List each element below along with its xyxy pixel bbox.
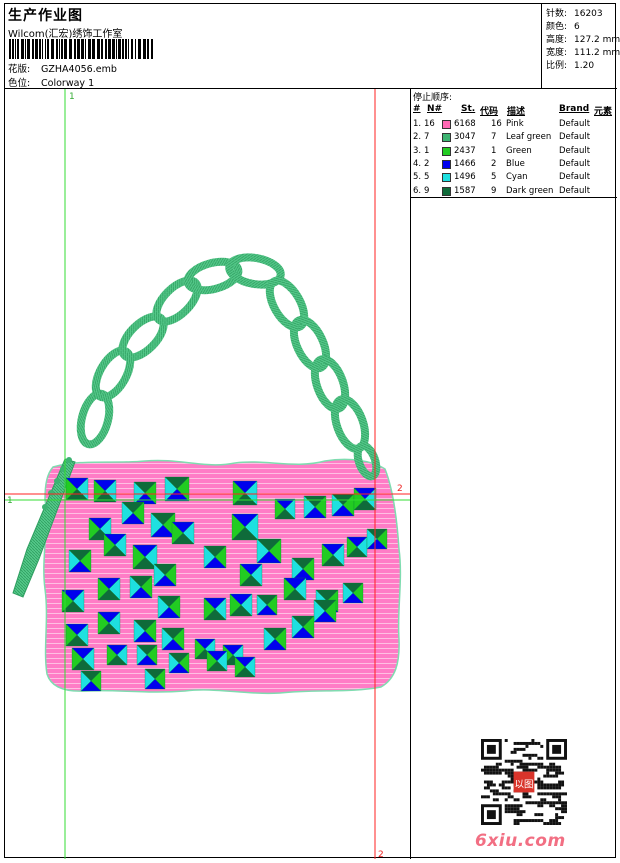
seal-text: 以图 <box>515 779 534 790</box>
stat-label: 颜色: <box>546 22 568 32</box>
design-stats: 针数: 16203 颜色: 6 高度: 127.2 mm 宽度: 111.2 mm 比例… <box>542 4 620 89</box>
row-code: 9 <box>491 185 497 196</box>
stat-value: 127.2 mm <box>574 35 620 45</box>
row-number: 4. <box>413 158 422 169</box>
row-number: 1. <box>413 119 422 129</box>
table-row: 6. 9 1587 9 Dark green Default <box>411 186 617 199</box>
row-description: Cyan <box>506 172 528 183</box>
color-swatch <box>442 173 451 183</box>
design-label: 花版: <box>8 64 31 75</box>
guide-label-h1: 1 <box>7 496 13 506</box>
row-stitches: 3047 <box>454 132 476 143</box>
row-stitches: 6168 <box>454 119 476 129</box>
colorway-value: Colorway 1 <box>41 78 95 89</box>
row-description: Blue <box>506 158 525 169</box>
stat-label: 宽度: <box>546 48 568 58</box>
row-number: 3. <box>413 145 422 156</box>
bag-chain-handle <box>76 253 381 481</box>
header-info: 生产作业图 Wilcom(汇宏)绣饰工作室 花版: GZHA4056.emb 色… <box>5 4 542 89</box>
table-row: 4. 2 1466 2 Blue Default <box>411 159 617 172</box>
row-description: Dark green <box>506 185 554 196</box>
design-canvas: 1 1 2 2 <box>5 89 410 860</box>
row-needle: 2 <box>424 158 430 169</box>
stat-value: 111.2 mm <box>574 48 620 58</box>
stat-label: 比例: <box>546 61 568 71</box>
col-brand: Brand <box>559 104 590 114</box>
guide-label-bottom: 2 <box>378 850 384 859</box>
row-number: 2. <box>413 132 422 143</box>
row-description: Leaf green <box>506 132 552 143</box>
design-file: GZHA4056.emb <box>41 64 117 75</box>
row-brand: Default <box>559 172 591 183</box>
row-brand: Default <box>559 185 591 196</box>
row-brand: Default <box>559 158 591 169</box>
stat-colors: 颜色: 6 <box>546 19 580 32</box>
color-swatch <box>442 120 451 129</box>
color-swatch <box>442 146 451 156</box>
design-file-line: 花版: GZHA4056.emb <box>8 61 117 75</box>
col-stitches: St. <box>461 104 476 114</box>
col-element: 元素 <box>594 107 613 117</box>
col-needle: N# <box>427 104 443 114</box>
row-number: 5. <box>413 172 422 183</box>
row-stitches: 2437 <box>454 145 476 156</box>
qr-code: 以图 <box>481 739 567 825</box>
row-code: 2 <box>491 158 497 169</box>
row-needle: 5 <box>424 172 430 183</box>
row-code: 16 <box>491 119 502 129</box>
table-row: 3. 1 2437 1 Green Default <box>411 146 617 159</box>
stat-value: 6 <box>574 22 580 32</box>
stat-label: 针数: <box>546 9 568 19</box>
color-swatch <box>442 186 451 196</box>
stat-value: 16203 <box>574 9 603 19</box>
row-code: 5 <box>491 172 497 183</box>
row-needle: 1 <box>424 145 430 156</box>
stat-value: 1.20 <box>574 61 595 71</box>
table-row: 5. 5 1496 5 Cyan Default <box>411 172 617 185</box>
row-brand: Default <box>559 132 591 143</box>
embroidery-preview: 1 1 2 2 <box>5 89 411 860</box>
company-name: Wilcom(汇宏)绣饰工作室 <box>8 29 123 40</box>
row-description: Pink <box>506 119 524 129</box>
row-number: 6. <box>413 185 422 196</box>
guide-label-h2: 2 <box>397 484 403 494</box>
row-stitches: 1466 <box>454 158 476 169</box>
table-row: 2. 7 3047 7 Leaf green Default <box>411 132 617 145</box>
table-row: 1. 16 6168 16 Pink Default <box>411 119 617 132</box>
row-description: Green <box>506 145 532 156</box>
stat-height: 高度: 127.2 mm <box>546 32 620 45</box>
stop-sequence-table: # N# St. 代码 描述 Brand 元素 1. 16 6168 16 Pink De… <box>411 101 617 198</box>
stop-sequence-panel: 停止顺序: # N# St. 代码 描述 Brand 元素 1. 16 6168 16… <box>411 89 617 859</box>
stat-stitches: 针数: 16203 <box>546 6 603 19</box>
colorway-label: 色位: <box>8 78 31 89</box>
row-brand: Default <box>559 145 591 156</box>
row-stitches: 1587 <box>454 185 476 196</box>
stat-width: 宽度: 111.2 mm <box>546 45 620 58</box>
row-code: 7 <box>491 132 497 143</box>
row-needle: 16 <box>424 119 435 129</box>
stat-scale: 比例: 1.20 <box>546 58 594 71</box>
page-title: 生产作业图 <box>8 8 83 24</box>
col-code: 代码 <box>480 107 499 117</box>
color-swatch <box>442 159 451 169</box>
stat-label: 高度: <box>546 35 568 45</box>
production-sheet: 生产作业图 Wilcom(汇宏)绣饰工作室 花版: GZHA4056.emb 色… <box>4 3 620 860</box>
row-needle: 9 <box>424 185 430 196</box>
row-code: 1 <box>491 145 497 156</box>
row-brand: Default <box>559 119 591 129</box>
col-num: # <box>413 104 421 114</box>
row-stitches: 1496 <box>454 172 476 183</box>
guide-label-v1: 1 <box>69 92 75 102</box>
color-swatch <box>442 133 451 143</box>
colorway-line: 色位: Colorway 1 <box>8 75 94 89</box>
row-needle: 7 <box>424 132 430 143</box>
barcode <box>9 39 153 59</box>
col-description: 描述 <box>507 107 526 117</box>
watermark-brand: 6xiu.com <box>475 831 566 851</box>
